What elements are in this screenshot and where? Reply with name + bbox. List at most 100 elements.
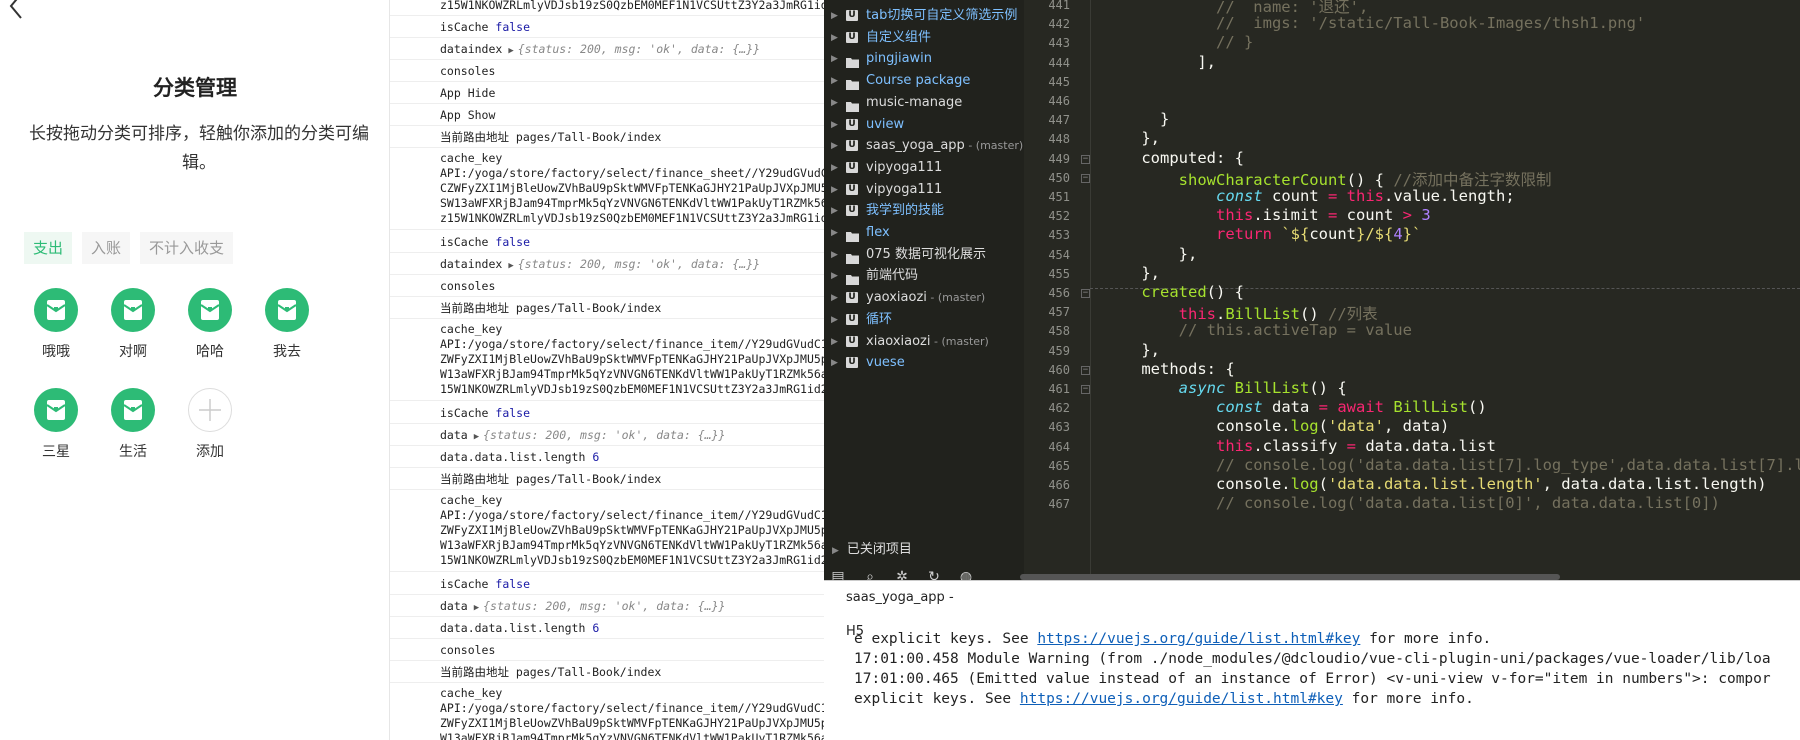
line-number: 447 xyxy=(1048,113,1070,128)
expand-triangle-icon[interactable]: ▶ xyxy=(474,432,479,442)
category-item[interactable]: 哈哈 xyxy=(180,288,240,361)
project-name: 我学到的技能 xyxy=(866,203,945,219)
project-item[interactable]: ▶ Usaas_yoga_app - (master) xyxy=(824,134,1024,158)
line-number: 444 xyxy=(1048,55,1070,70)
category-item[interactable]: 生活 xyxy=(103,388,163,461)
code-line: // this.activeTap = value xyxy=(1178,321,1412,340)
console-line: consoles xyxy=(390,275,824,297)
closed-projects[interactable]: ▶ 已关闭项目 xyxy=(824,538,1024,562)
folder-icon xyxy=(846,249,859,264)
console-text: ZWFyZXI1MjBleUowZVhBaU9pSktWMVFpTENKaGJH… xyxy=(440,523,824,537)
project-name: uview xyxy=(866,116,905,132)
project-item[interactable]: ▶ Uyaoxiaozi - (master) xyxy=(824,286,1024,310)
category-item[interactable]: 三星 xyxy=(26,388,86,461)
code-line: console.log('data.data.list.length', dat… xyxy=(1104,475,1767,493)
console-line: isCache false xyxy=(390,402,824,424)
console-line[interactable]: data ▶ {status: 200, msg: 'ok', data: {…}} xyxy=(390,595,824,617)
project-item[interactable]: ▶ 前端代码 xyxy=(824,264,1024,288)
code-line: }, xyxy=(1104,340,1160,359)
console-key: dataindex xyxy=(440,42,503,56)
terminal-link[interactable]: https://vuejs.org/guide/list.html#key xyxy=(1020,691,1343,707)
console-key: data.data.list.length xyxy=(440,450,593,464)
expand-triangle-icon[interactable]: ▶ xyxy=(474,603,479,613)
project-item[interactable]: ▶ pingjiawin xyxy=(824,47,1024,71)
terminal-panel: saas_yoga_app - H5 e explicit keys. See … xyxy=(824,580,1800,740)
project-item[interactable]: ▶ U 循环 xyxy=(824,308,1024,332)
project-item[interactable]: ▶ flex xyxy=(824,221,1024,245)
project-item[interactable]: ▶ Course package xyxy=(824,69,1024,93)
console-text: API:/yoga/store/factory/select/finance_s… xyxy=(440,166,824,180)
expand-triangle-icon[interactable]: ▶ xyxy=(508,261,513,271)
terminal-tab[interactable]: saas_yoga_app - H5 xyxy=(824,581,972,639)
console-line: App Show xyxy=(390,104,824,126)
git-branch: - (master) xyxy=(964,139,1024,153)
tab-excluded[interactable]: 不计入收支 xyxy=(140,232,234,264)
project-name: 循环 xyxy=(866,311,893,327)
project-item[interactable]: ▶ Uuview xyxy=(824,113,1024,137)
category-icon-badge xyxy=(188,288,232,332)
category-item[interactable]: 哦哦 xyxy=(26,288,86,361)
console-line[interactable]: dataindex ▶ {status: 200, msg: 'ok', data:… xyxy=(390,38,824,60)
fold-toggle-icon[interactable]: − xyxy=(1081,173,1090,183)
console-line: isCache false xyxy=(390,231,824,253)
expand-triangle-icon[interactable]: ▶ xyxy=(508,46,513,56)
back-button[interactable] xyxy=(6,0,32,22)
category-item[interactable]: 对啊 xyxy=(103,288,163,361)
uniapp-project-icon: U xyxy=(846,31,858,43)
terminal-link[interactable]: https://vuejs.org/guide/list.html#key xyxy=(1037,631,1360,647)
project-item[interactable]: ▶ Uxiaoxiaozi - (master) xyxy=(824,330,1024,354)
project-item[interactable]: ▶ Uvipyoga111 xyxy=(824,178,1024,202)
add-category-label: 添加 xyxy=(196,444,224,460)
code-line: computed: { xyxy=(1104,148,1244,167)
console-line: cache_key API:/yoga/store/factory/select/… xyxy=(390,319,824,401)
code-line: }, xyxy=(1104,263,1160,282)
page-subtitle: 长按拖动分类可排序，轻触你添加的分类可编辑。 xyxy=(29,124,369,173)
fold-toggle-icon[interactable]: − xyxy=(1081,154,1090,164)
project-item[interactable]: ▶ 075 数据可视化展示 xyxy=(824,243,1024,267)
project-name: tab切换可自定义筛选示例 xyxy=(866,8,1018,23)
console-value: 6 xyxy=(592,621,600,635)
project-item[interactable]: ▶ Uvuese xyxy=(824,351,1024,375)
line-number: 449 xyxy=(1048,151,1070,166)
chevron-right-icon: ▶ xyxy=(831,162,838,173)
console-line[interactable]: dataindex ▶ {status: 200, msg: 'ok', data:… xyxy=(390,253,824,275)
chevron-right-icon: ▶ xyxy=(831,11,838,21)
code-line: return `${count}/${4}` xyxy=(1215,225,1422,244)
line-number: 467 xyxy=(1048,497,1070,512)
console-value: false xyxy=(495,406,531,420)
console-line: 当前路由地址 pages/Tall-Book/index xyxy=(390,126,824,148)
terminal-text: explicit keys. See xyxy=(854,691,1020,707)
uniapp-project-icon: U xyxy=(846,357,858,369)
line-number: 453 xyxy=(1048,228,1070,243)
category-item[interactable]: 我去 xyxy=(257,288,317,361)
type-tabs: 支出 入账 不计入收支 xyxy=(24,232,234,264)
chevron-right-icon: ▶ xyxy=(831,293,838,304)
code-editor[interactable]: 441 // name: '退还', 442 // imgs: '/static/… xyxy=(1024,0,1800,580)
line-number: 446 xyxy=(1048,94,1070,108)
plus-icon xyxy=(188,388,232,432)
fold-toggle-icon[interactable]: − xyxy=(1081,289,1090,298)
project-item[interactable]: ▶ U 我学到的技能 xyxy=(824,199,1024,223)
console-text: API:/yoga/store/factory/select/finance_i… xyxy=(440,701,824,715)
console-text: ZWFyZXI1MjBleUowZVhBaU9pSktWMVFpTENKaGJH… xyxy=(440,716,824,730)
fold-toggle-icon[interactable]: − xyxy=(1081,365,1090,375)
folder-icon xyxy=(846,75,859,91)
console-line[interactable]: data ▶ {status: 200, msg: 'ok', data: {…}} xyxy=(390,424,824,446)
project-item[interactable]: ▶ Uvipyoga111 xyxy=(824,156,1024,180)
console-line: consoles xyxy=(390,60,824,82)
category-label: 哦哦 xyxy=(42,344,70,360)
code-line: const count = this.value.length; xyxy=(1215,187,1515,205)
project-name: flex xyxy=(866,225,890,240)
console-key: dataindex xyxy=(440,257,503,271)
tab-income[interactable]: 入账 xyxy=(82,232,131,264)
chevron-right-icon: ▶ xyxy=(831,206,838,217)
uniapp-project-icon: U xyxy=(846,118,858,130)
project-item[interactable]: ▶ music-manage xyxy=(824,91,1024,115)
chevron-right-icon: ▶ xyxy=(831,314,838,325)
project-item[interactable]: ▶ Utab切换可自定义筛选示例 xyxy=(824,4,1024,28)
project-item[interactable]: ▶ U 自定义组件 xyxy=(824,26,1024,50)
code-line: // } xyxy=(1215,33,1254,52)
fold-toggle-icon[interactable]: − xyxy=(1081,385,1090,394)
tab-expense[interactable]: 支出 xyxy=(24,232,73,264)
add-category-button[interactable]: 添加 xyxy=(180,388,240,461)
